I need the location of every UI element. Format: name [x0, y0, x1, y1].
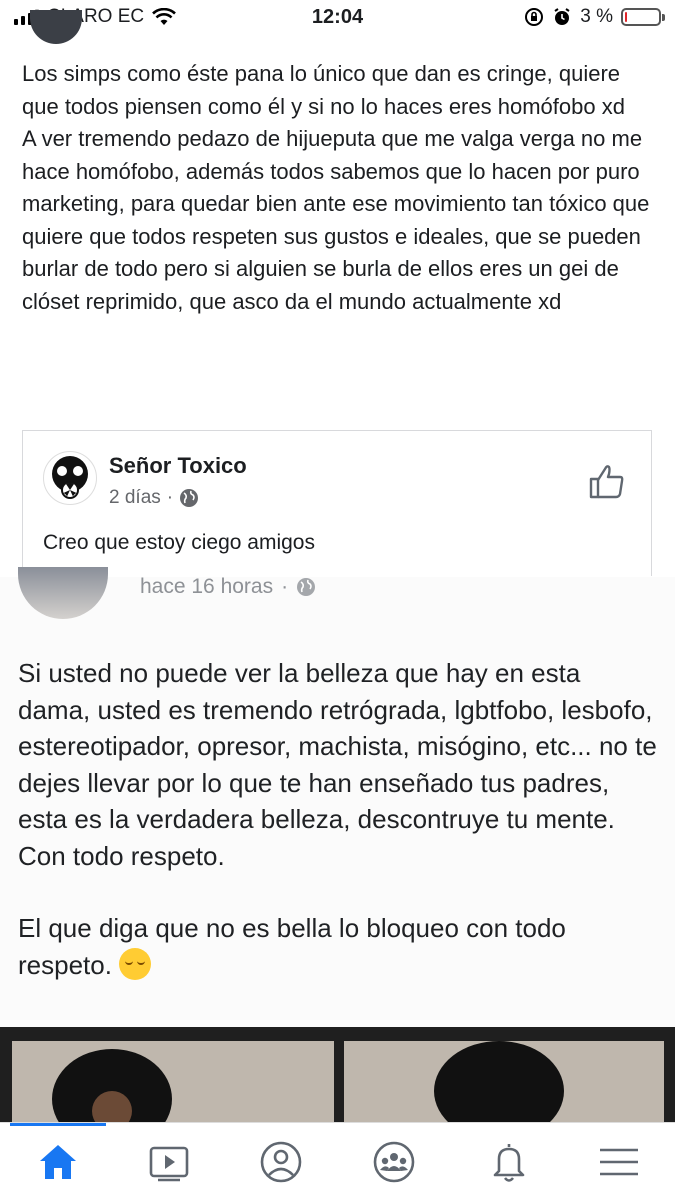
nav-home[interactable]: [33, 1137, 83, 1187]
shared-post-text: Creo que estoy ciego amigos: [43, 531, 315, 554]
nav-profile[interactable]: [256, 1137, 306, 1187]
gas-mask-avatar-icon[interactable]: [43, 451, 97, 505]
nav-groups[interactable]: [369, 1137, 419, 1187]
embedded-screenshot: hace 16 horas · Si usted no puede ver la…: [0, 567, 675, 1122]
like-icon[interactable]: [587, 461, 627, 501]
relieved-face-emoji-icon: [119, 947, 152, 980]
embedded-paragraph: Si usted no puede ver la belleza que hay…: [18, 658, 657, 871]
nav-video[interactable]: [144, 1137, 194, 1187]
post-time[interactable]: 2 días: [109, 487, 161, 509]
profile-icon: [260, 1141, 302, 1183]
post-meta: 2 días ·: [109, 487, 199, 509]
photo-strip: [0, 1027, 675, 1122]
globe-icon: [180, 489, 199, 507]
embedded-post-time: hace 16 horas: [140, 575, 274, 598]
groups-icon: [373, 1141, 415, 1183]
globe-icon: [297, 578, 316, 596]
alarm-icon: [554, 8, 570, 25]
meta-separator: ·: [166, 487, 174, 508]
embedded-post-text: Si usted no puede ver la belleza que hay…: [18, 655, 658, 983]
author-name[interactable]: Señor Toxico: [109, 453, 247, 479]
photo-right: [344, 1041, 664, 1122]
menu-icon: [600, 1148, 638, 1176]
active-tab-indicator: [10, 1123, 106, 1126]
embedded-paragraph: El que diga que no es bella lo bloqueo c…: [18, 913, 566, 980]
embedded-paragraph-last: El que diga que no es bella lo bloqueo c…: [18, 910, 658, 983]
avatar[interactable]: [30, 10, 82, 44]
battery-percent: 3 %: [580, 6, 613, 27]
meta-separator: ·: [281, 575, 289, 598]
rotation-lock-icon: [525, 8, 544, 26]
comment-paragraph: Los simps como éste pana lo único que da…: [22, 61, 625, 119]
notifications-icon: [493, 1144, 525, 1182]
shared-post-card[interactable]: Señor Toxico 2 días · Creo que estoy cie…: [22, 430, 652, 576]
status-bar: CLARO EC 12:04 3 %: [0, 0, 675, 44]
avatar: [18, 567, 108, 619]
bottom-nav: [0, 1122, 675, 1201]
photo-left: [12, 1041, 334, 1122]
embedded-post-meta: hace 16 horas ·: [140, 575, 316, 599]
home-icon: [40, 1145, 76, 1179]
video-icon: [149, 1146, 189, 1182]
comment-body: Los simps como éste pana lo único que da…: [22, 58, 662, 318]
nav-menu[interactable]: [594, 1137, 644, 1187]
status-right: 3 %: [524, 6, 665, 28]
nav-notifications[interactable]: [484, 1137, 534, 1187]
battery-icon: [621, 8, 665, 26]
comment-paragraph: A ver tremendo pedazo de hijueputa que m…: [22, 126, 650, 314]
